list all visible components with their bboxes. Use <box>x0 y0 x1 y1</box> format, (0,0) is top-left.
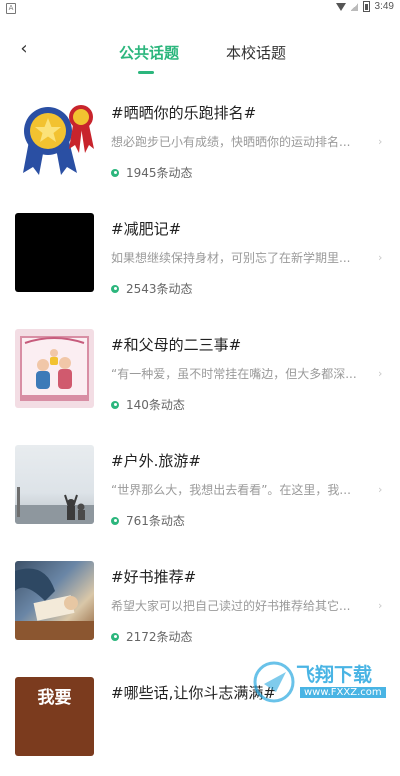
topic-thumbnail-travel <box>15 445 94 524</box>
topic-thumbnail-words: 我要 <box>15 677 94 756</box>
chevron-right-icon: › <box>378 367 383 380</box>
watermark-title: 飞翔下载 <box>296 664 373 686</box>
topic-count: 2543条动态 <box>126 282 193 296</box>
topic-description: 希望大家可以把自己读过的好书推荐给其它... <box>111 599 351 613</box>
topic-item[interactable]: #好书推荐# 希望大家可以把自己读过的好书推荐给其它... › 2172条动态 <box>0 544 400 660</box>
topic-thumbnail-family <box>15 329 94 408</box>
thumbnail-sign-text: 我要 <box>37 688 72 708</box>
tab-school-topics[interactable]: 本校话题 <box>226 42 286 63</box>
topic-description: “有一种爱，虽不时常挂在嘴边，但大多都深... <box>111 367 357 381</box>
topic-thumbnail-book <box>15 561 94 640</box>
status-icons: 3:49 <box>335 1 394 12</box>
topic-count: 140条动态 <box>126 398 185 412</box>
back-button[interactable]: ‹ <box>14 40 34 60</box>
topic-count-row: 140条动态 <box>111 396 185 413</box>
topic-thumbnail-medal <box>15 97 94 176</box>
topic-item[interactable]: #和父母的二三事# “有一种爱，虽不时常挂在嘴边，但大多都深... › 140条… <box>0 312 400 428</box>
status-time: 3:49 <box>374 1 394 12</box>
watermark-url: www.FXXZ.com <box>300 687 386 698</box>
chevron-right-icon: › <box>378 599 383 612</box>
topic-count-row: 2543条动态 <box>111 280 193 297</box>
chevron-right-icon: › <box>378 135 383 148</box>
active-tab-indicator <box>138 71 154 74</box>
signal-icon <box>350 2 358 11</box>
topic-count: 2172条动态 <box>126 630 193 644</box>
book-reading-icon <box>15 568 94 640</box>
topic-thumbnail-black <box>15 213 94 292</box>
activity-dot-icon <box>111 632 119 641</box>
watermark-logo: 飞翔下载 www.FXXZ.com <box>252 658 392 706</box>
topic-count: 761条动态 <box>126 514 185 528</box>
topic-description: “世界那么大，我想出去看看”。在这里，我... <box>111 483 351 497</box>
activity-dot-icon <box>111 168 119 177</box>
topic-title: #户外.旅游# <box>111 452 201 470</box>
topic-count-row: 2172条动态 <box>111 628 193 645</box>
activity-dot-icon <box>111 284 119 293</box>
header: ‹ 公共话题 本校话题 <box>0 16 400 80</box>
travel-photo-icon <box>15 487 94 524</box>
topic-title: #晒晒你的乐跑排名# <box>111 104 257 122</box>
topic-title: #和父母的二三事# <box>111 336 242 354</box>
chevron-right-icon: › <box>378 251 383 264</box>
topic-description: 想必跑步已小有成绩，快晒晒你的运动排名... <box>111 135 351 149</box>
topic-item[interactable]: #减肥记# 如果想继续保持身材，可别忘了在新学期里... › 2543条动态 <box>0 196 400 312</box>
notification-icon: A <box>6 3 16 14</box>
topic-description: 如果想继续保持身材，可别忘了在新学期里... <box>111 251 351 265</box>
activity-dot-icon <box>111 516 119 525</box>
topic-count-row: 1945条动态 <box>111 164 193 181</box>
topic-item[interactable]: #户外.旅游# “世界那么大，我想出去看看”。在这里，我... › 761条动态 <box>0 428 400 544</box>
topic-title: #减肥记# <box>111 220 182 238</box>
status-bar: A 3:49 <box>0 0 400 16</box>
topic-count: 1945条动态 <box>126 166 193 180</box>
wifi-icon <box>335 2 346 11</box>
topic-item[interactable]: #晒晒你的乐跑排名# 想必跑步已小有成绩，快晒晒你的运动排名... › 1945… <box>0 80 400 196</box>
family-illustration-icon <box>20 336 89 401</box>
tab-public-topics[interactable]: 公共话题 <box>119 42 179 63</box>
topic-count-row: 761条动态 <box>111 512 185 529</box>
activity-dot-icon <box>111 400 119 409</box>
chevron-right-icon: › <box>378 483 383 496</box>
topic-title: #好书推荐# <box>111 568 197 586</box>
battery-icon <box>362 1 370 12</box>
medal-ribbon-icon <box>23 105 94 175</box>
